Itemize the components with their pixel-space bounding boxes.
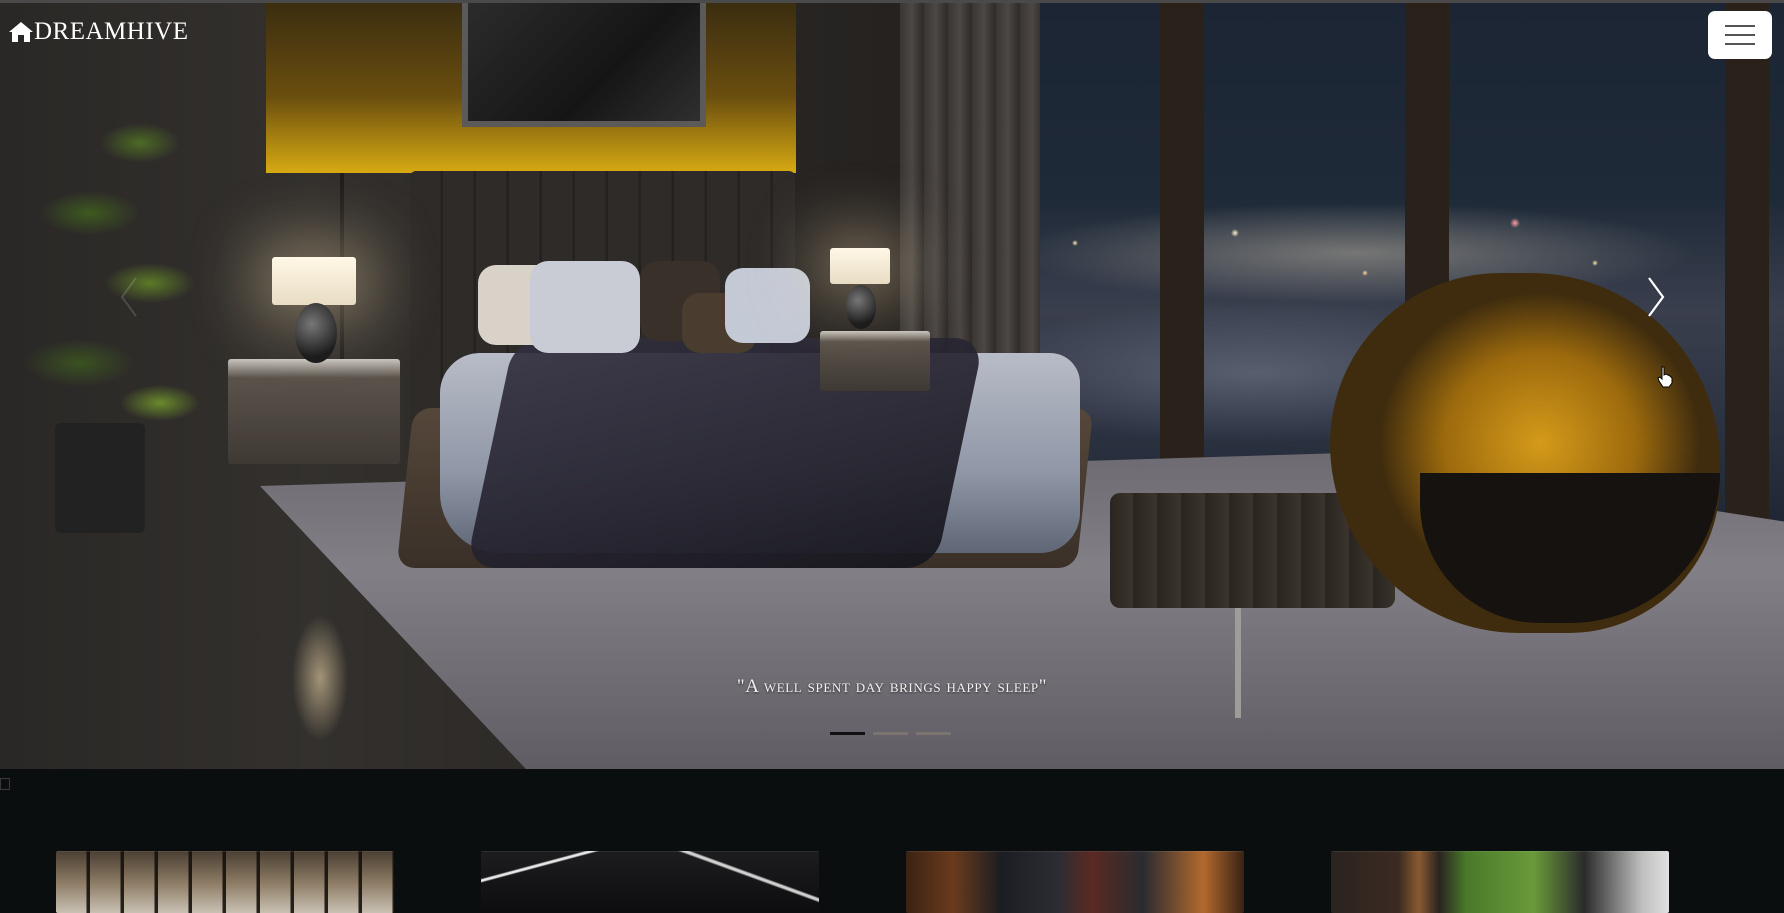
carousel-indicator-3[interactable] — [916, 732, 951, 735]
hamburger-menu-icon-bar — [1725, 34, 1755, 36]
broken-image-icon — [0, 778, 10, 790]
card-frame — [1331, 851, 1669, 913]
hero-carousel — [0, 3, 1784, 769]
gallery-card-2[interactable] — [481, 851, 819, 913]
lamp-base-right — [846, 285, 876, 329]
brand-link[interactable]: DREAMHIVE — [8, 18, 189, 46]
card-frame — [906, 851, 1244, 913]
chevron-left-icon — [120, 277, 137, 317]
gallery-card-3[interactable] — [906, 851, 1244, 913]
pillow — [530, 261, 640, 353]
home-icon — [8, 20, 34, 44]
carousel-prev-button[interactable] — [110, 272, 150, 322]
pillow — [725, 268, 810, 343]
carousel-caption: "A well spent day brings happy sleep" — [736, 676, 1048, 697]
carousel-indicators — [830, 732, 951, 735]
nightstand-left — [228, 359, 400, 464]
carousel-indicator-1[interactable] — [830, 732, 865, 735]
wall-painting — [462, 3, 706, 127]
brand-name: DREAMHIVE — [34, 18, 189, 45]
carousel-next-button[interactable] — [1635, 272, 1675, 322]
curtain — [900, 3, 1040, 383]
hamburger-menu-icon — [1725, 25, 1755, 27]
lamp-base-left — [295, 303, 337, 363]
gallery-card-1[interactable] — [56, 851, 394, 913]
nightstand-right — [820, 331, 930, 391]
gallery-card-4[interactable] — [1331, 851, 1669, 913]
chevron-right-icon — [1648, 277, 1665, 317]
hand-cursor-icon — [1657, 366, 1673, 388]
planter — [55, 423, 145, 533]
card-frame — [481, 851, 819, 913]
carousel-indicator-2[interactable] — [873, 732, 908, 735]
lamp-shade-right — [830, 248, 890, 284]
hamburger-menu-icon-bar — [1725, 43, 1755, 45]
ottoman-leg — [1235, 608, 1241, 718]
menu-toggle-button[interactable] — [1708, 11, 1772, 59]
window-mullion — [1725, 3, 1769, 543]
page: DREAMHIVE "A well spent day brings happy… — [0, 0, 1784, 913]
lamp-shade-left — [272, 257, 356, 305]
card-frame — [56, 851, 394, 913]
